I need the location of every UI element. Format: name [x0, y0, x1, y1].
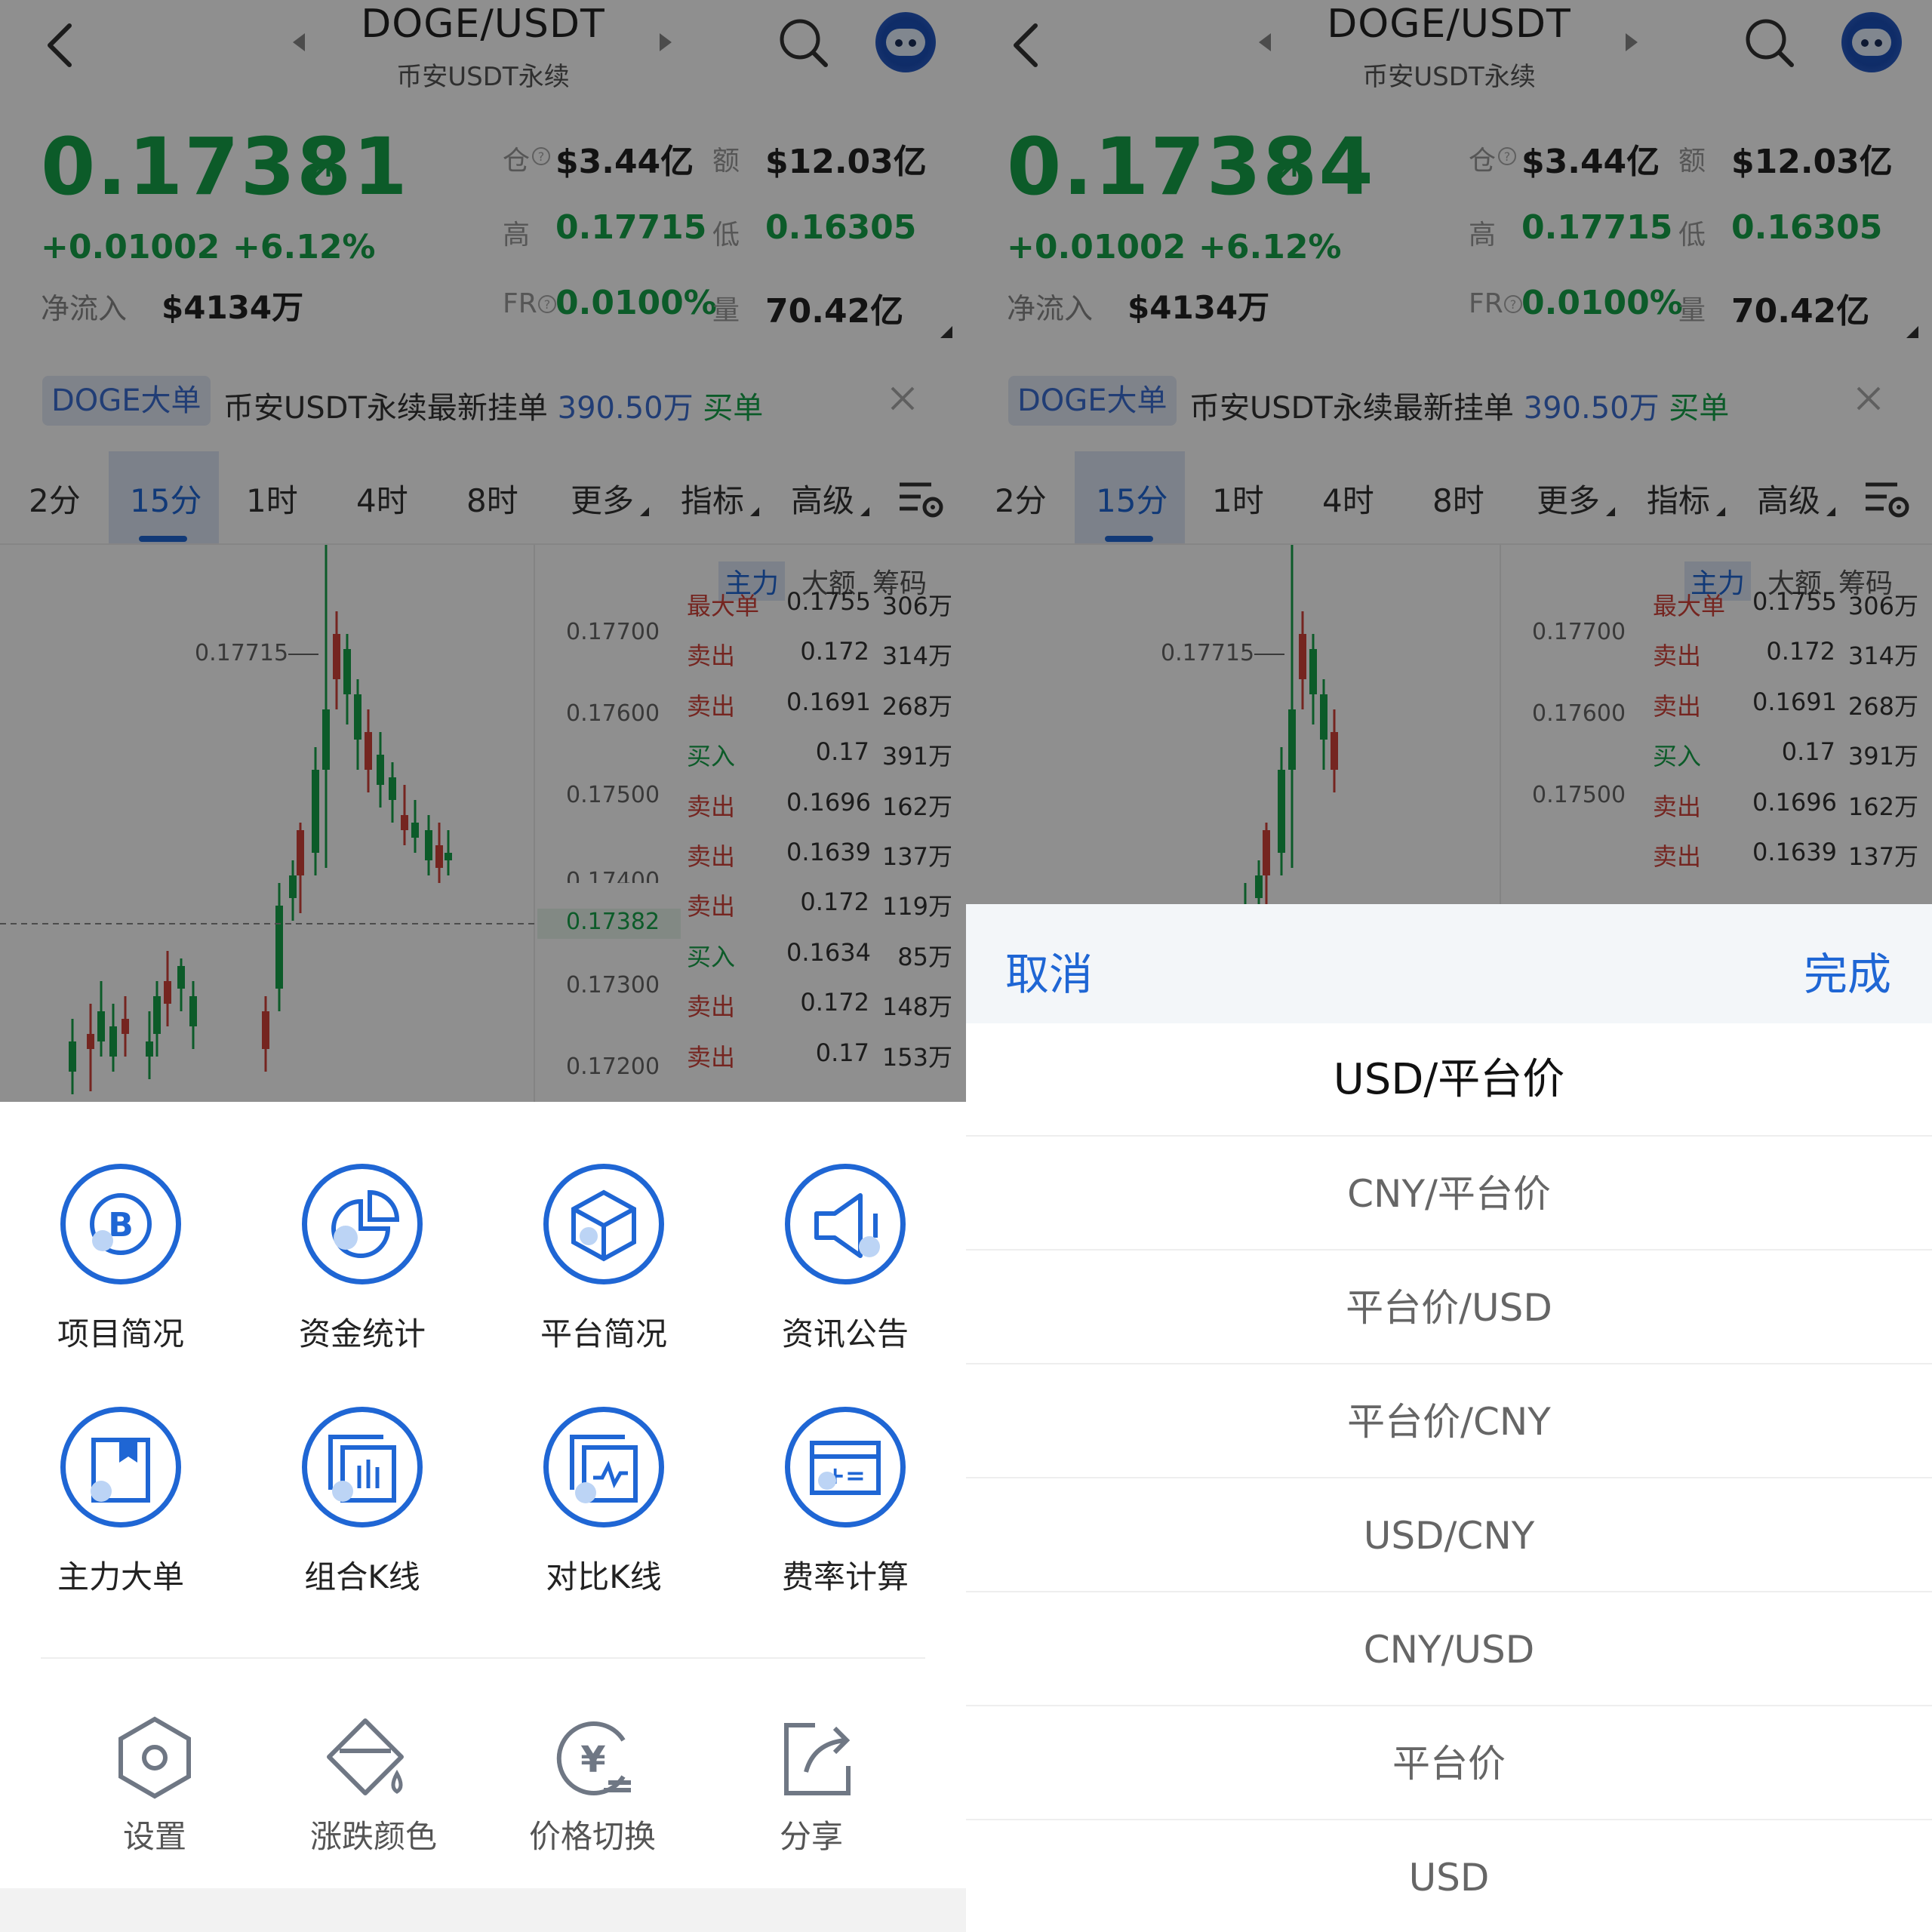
- picker-option[interactable]: USD: [966, 1821, 1932, 1932]
- tool-label: 对比K线: [546, 1558, 662, 1595]
- svg-text:¥: ¥: [580, 1739, 605, 1781]
- cancel-button[interactable]: 取消: [1005, 939, 1093, 1002]
- cube-icon: [571, 1189, 636, 1262]
- tool-item[interactable]: 主力大单: [0, 1384, 242, 1595]
- combined-kline-icon: [328, 1435, 396, 1503]
- picker-option[interactable]: USD/CNY: [966, 1479, 1932, 1592]
- tool-item[interactable]: 对比K线: [483, 1384, 724, 1595]
- tool-item[interactable]: 资金统计: [242, 1141, 483, 1352]
- tool-label: 资讯公告: [781, 1315, 909, 1352]
- setting-label: 分享: [779, 1818, 843, 1855]
- tool-label: 项目简况: [57, 1315, 184, 1352]
- compare-kline-icon: [570, 1435, 638, 1503]
- setting-item[interactable]: 设置: [45, 1698, 264, 1864]
- tool-item[interactable]: 平台简况: [483, 1141, 724, 1352]
- price-mode-picker: 取消 完成 USD/平台价 CNY/平台价 平台价/USD 平台价/CNY USD/CN…: [966, 904, 1932, 1932]
- bottom-strip: [0, 1888, 966, 1932]
- tool-label: 组合K线: [304, 1558, 420, 1595]
- tools-sheet: B 项目简况 资金统计 平台简况 资讯公告主力大单 组合K线 对比K线 += 费率计算 设置 涨跌…: [0, 1102, 966, 1932]
- picker-toolbar: 取消 完成: [966, 904, 1932, 1023]
- pie-chart-icon: [331, 1189, 400, 1258]
- setting-item[interactable]: 分享: [702, 1698, 921, 1864]
- share-icon: [784, 1723, 851, 1795]
- speaker-icon: [814, 1193, 880, 1258]
- tool-item[interactable]: 资讯公告: [724, 1141, 966, 1352]
- paint-bucket-icon: [327, 1718, 404, 1795]
- tool-label: 资金统计: [298, 1315, 426, 1352]
- divider: [41, 1657, 925, 1659]
- picker-option[interactable]: CNY/USD: [966, 1593, 1932, 1706]
- setting-label: 涨跌颜色: [309, 1818, 437, 1855]
- tool-label: 费率计算: [781, 1558, 909, 1595]
- tool-label: 主力大单: [57, 1558, 184, 1595]
- project-b-icon: B: [90, 1193, 152, 1255]
- hexagon-settings-icon: [118, 1716, 191, 1799]
- left-screen: DOGE/USDT 币安USDT永续 0.17381 +0.01002 +6.1…: [0, 0, 966, 1932]
- bookmark-icon: [91, 1438, 150, 1503]
- tool-item[interactable]: B 项目简况: [0, 1141, 242, 1352]
- picker-option[interactable]: 平台价/CNY: [966, 1365, 1932, 1478]
- setting-label: 设置: [122, 1818, 186, 1855]
- tool-item[interactable]: 组合K线: [242, 1384, 483, 1595]
- picker-option[interactable]: USD/平台价: [966, 1023, 1932, 1137]
- right-screen: DOGE/USDT 币安USDT永续 0.17384 +0.01002 +6.1…: [966, 0, 1932, 1932]
- setting-item[interactable]: 涨跌颜色: [264, 1698, 483, 1864]
- setting-item[interactable]: ¥ 价格切换: [483, 1698, 702, 1864]
- dim-overlay[interactable]: [966, 0, 1932, 904]
- tool-item[interactable]: += 费率计算: [724, 1384, 966, 1595]
- done-button[interactable]: 完成: [1804, 939, 1891, 1002]
- picker-option[interactable]: CNY/平台价: [966, 1137, 1932, 1251]
- dim-overlay[interactable]: [0, 0, 966, 1102]
- tool-label: 平台简况: [540, 1315, 667, 1352]
- setting-label: 价格切换: [528, 1818, 656, 1855]
- calculator-icon: +=: [810, 1441, 881, 1495]
- picker-option[interactable]: 平台价/USD: [966, 1251, 1932, 1364]
- picker-option[interactable]: 平台价: [966, 1707, 1932, 1820]
- stage: DOGE/USDT 币安USDT永续 0.17381 +0.01002 +6.1…: [0, 0, 1932, 1932]
- yen-switch-icon: ¥: [556, 1721, 631, 1795]
